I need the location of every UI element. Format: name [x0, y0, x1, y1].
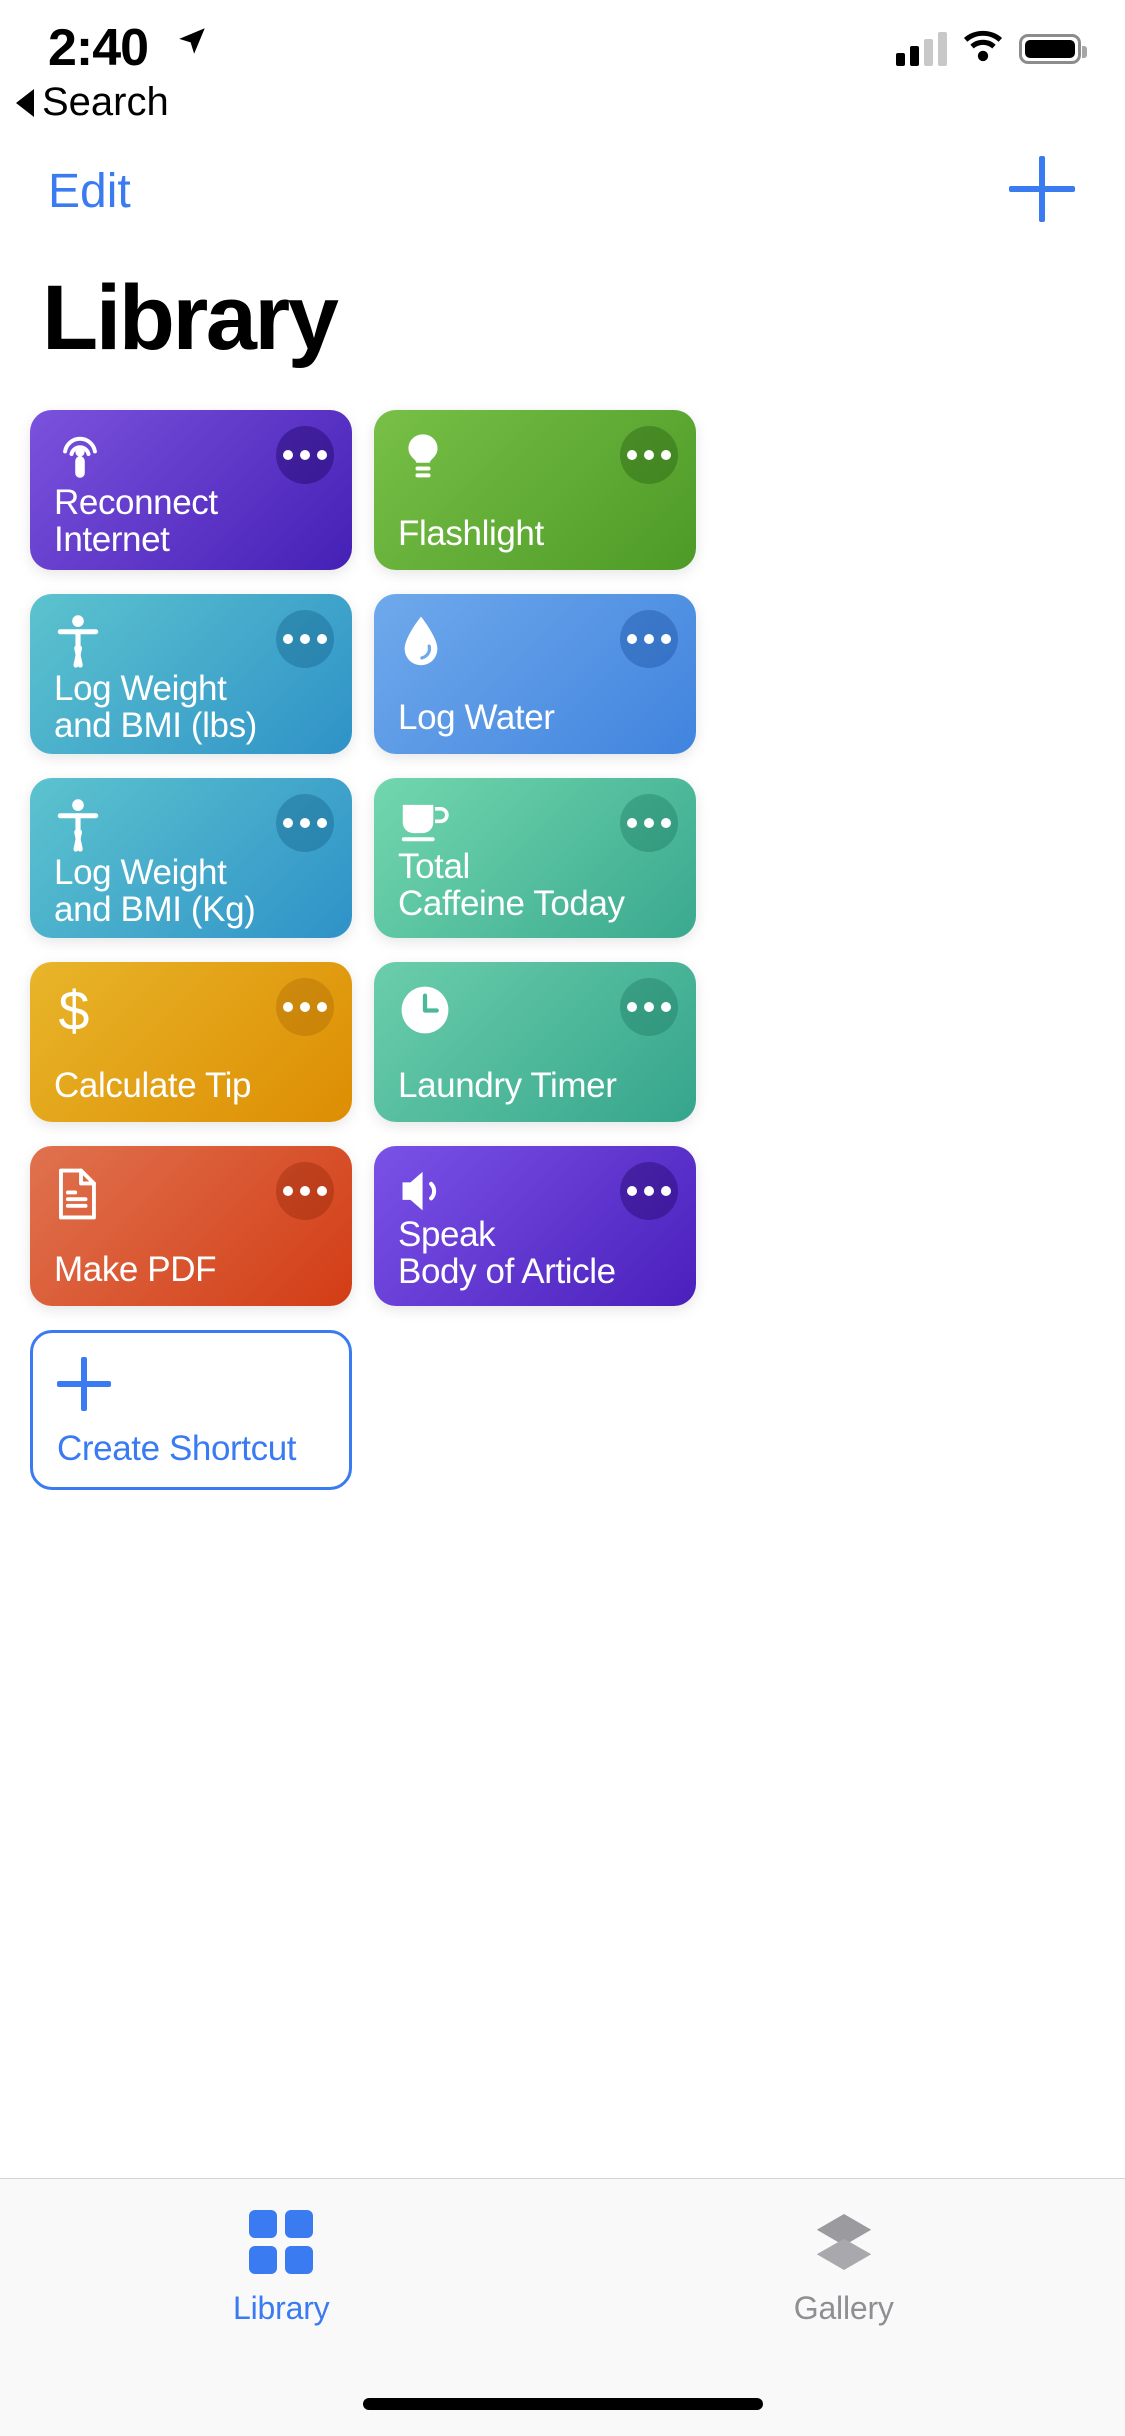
grid-squares-icon [249, 2209, 314, 2274]
shortcut-menu-button[interactable] [276, 794, 334, 852]
shortcut-label: Log Water [398, 698, 555, 737]
tab-library-label: Library [233, 2289, 330, 2326]
shortcut-label: Calculate Tip [54, 1066, 252, 1105]
person-accessibility-icon [54, 614, 110, 670]
shortcut-menu-button[interactable] [276, 1162, 334, 1220]
coffee-cup-icon [398, 798, 454, 848]
shortcut-label: Reconnect Internet [54, 483, 218, 559]
shortcut-menu-button[interactable] [620, 1162, 678, 1220]
dollar-sign-icon: $ [54, 981, 110, 1039]
wifi-icon [961, 30, 1005, 67]
shortcut-label: Speak Body of Article [398, 1215, 616, 1291]
create-shortcut-label: Create Shortcut [57, 1429, 297, 1468]
shortcut-menu-button[interactable] [276, 610, 334, 668]
add-shortcut-button[interactable] [1009, 156, 1075, 222]
tab-library[interactable]: Library [0, 2179, 563, 2339]
shortcut-label: Log Weight and BMI (Kg) [54, 853, 256, 929]
shortcut-card-make-pdf[interactable]: Make PDF [30, 1146, 352, 1306]
layers-stack-icon [809, 2210, 879, 2274]
shortcut-label: Flashlight [398, 514, 544, 553]
broadcast-icon [54, 430, 110, 484]
shortcut-card-total-caffeine-today[interactable]: Total Caffeine Today [374, 778, 696, 938]
shortcut-card-calculate-tip[interactable]: $ Calculate Tip [30, 962, 352, 1122]
shortcut-menu-button[interactable] [620, 794, 678, 852]
status-bar-indicators [896, 30, 1087, 67]
battery-icon [1019, 33, 1087, 64]
back-caret-icon [16, 88, 34, 117]
shortcut-menu-button[interactable] [276, 426, 334, 484]
shortcut-menu-button[interactable] [276, 978, 334, 1036]
status-bar: 2:40 [0, 0, 1125, 132]
status-bar-time: 2:40 [48, 19, 149, 77]
speaker-volume-icon [398, 1166, 454, 1216]
shortcut-label: Laundry Timer [398, 1066, 617, 1105]
water-drop-icon [398, 614, 454, 670]
page-title: Library [42, 267, 339, 369]
shortcut-card-reconnect-internet[interactable]: Reconnect Internet [30, 410, 352, 570]
location-arrow-icon [175, 24, 209, 63]
shortcut-label: Log Weight and BMI (lbs) [54, 669, 257, 745]
person-accessibility-icon [54, 798, 110, 854]
home-indicator[interactable] [362, 2398, 763, 2410]
cellular-signal-icon [896, 31, 947, 66]
plus-icon [57, 1357, 111, 1411]
navigation-bar: Edit [0, 150, 1125, 260]
shortcut-card-flashlight[interactable]: Flashlight [374, 410, 696, 570]
edit-button[interactable]: Edit [48, 164, 131, 219]
shortcuts-grid: Reconnect Internet Flashlight Log Weight… [30, 410, 1095, 1490]
shortcut-card-log-weight-bmi-lbs[interactable]: Log Weight and BMI (lbs) [30, 594, 352, 754]
create-shortcut-button[interactable]: Create Shortcut [30, 1330, 352, 1490]
clock-icon [398, 982, 454, 1038]
shortcut-label: Total Caffeine Today [398, 847, 625, 923]
shortcuts-app-screen: 2:40 Search Edit Library Reconnect Inter… [0, 0, 1125, 2436]
document-icon [54, 1166, 110, 1222]
tab-bar: Library Gallery [0, 2178, 1125, 2436]
shortcut-menu-button[interactable] [620, 978, 678, 1036]
shortcut-menu-button[interactable] [620, 610, 678, 668]
back-to-search-button[interactable]: Search [16, 80, 169, 125]
shortcut-card-laundry-timer[interactable]: Laundry Timer [374, 962, 696, 1122]
shortcut-card-log-weight-bmi-kg[interactable]: Log Weight and BMI (Kg) [30, 778, 352, 938]
shortcut-label: Make PDF [54, 1250, 217, 1289]
back-to-search-label: Search [42, 80, 169, 124]
tab-gallery-label: Gallery [793, 2289, 894, 2326]
svg-text:$: $ [59, 981, 90, 1039]
lightbulb-icon [398, 430, 454, 486]
shortcut-card-log-water[interactable]: Log Water [374, 594, 696, 754]
tab-gallery[interactable]: Gallery [563, 2179, 1125, 2339]
shortcut-menu-button[interactable] [620, 426, 678, 484]
shortcut-card-speak-body-of-article[interactable]: Speak Body of Article [374, 1146, 696, 1306]
